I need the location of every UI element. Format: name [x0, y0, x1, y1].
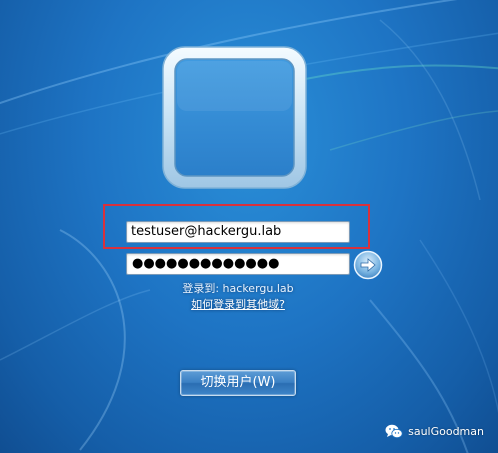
- other-domain-link[interactable]: 如何登录到其他域?: [0, 296, 476, 312]
- domain-label: 登录到: hackergu.lab: [182, 282, 294, 295]
- user-avatar-frame: [161, 45, 308, 190]
- username-value: testuser@hackergu.lab: [131, 224, 282, 239]
- switch-user-button[interactable]: 切换用户(W): [180, 370, 296, 396]
- watermark-text: saulGoodman: [408, 425, 484, 438]
- password-mask: ●●●●●●●●●●●●●: [132, 256, 280, 271]
- submit-arrow-button[interactable]: [353, 250, 383, 280]
- wechat-icon: [385, 424, 403, 439]
- password-input[interactable]: ●●●●●●●●●●●●●: [126, 253, 350, 275]
- watermark: saulGoodman: [385, 424, 484, 439]
- arrow-right-icon: [353, 250, 383, 280]
- username-input[interactable]: testuser@hackergu.lab: [126, 221, 350, 243]
